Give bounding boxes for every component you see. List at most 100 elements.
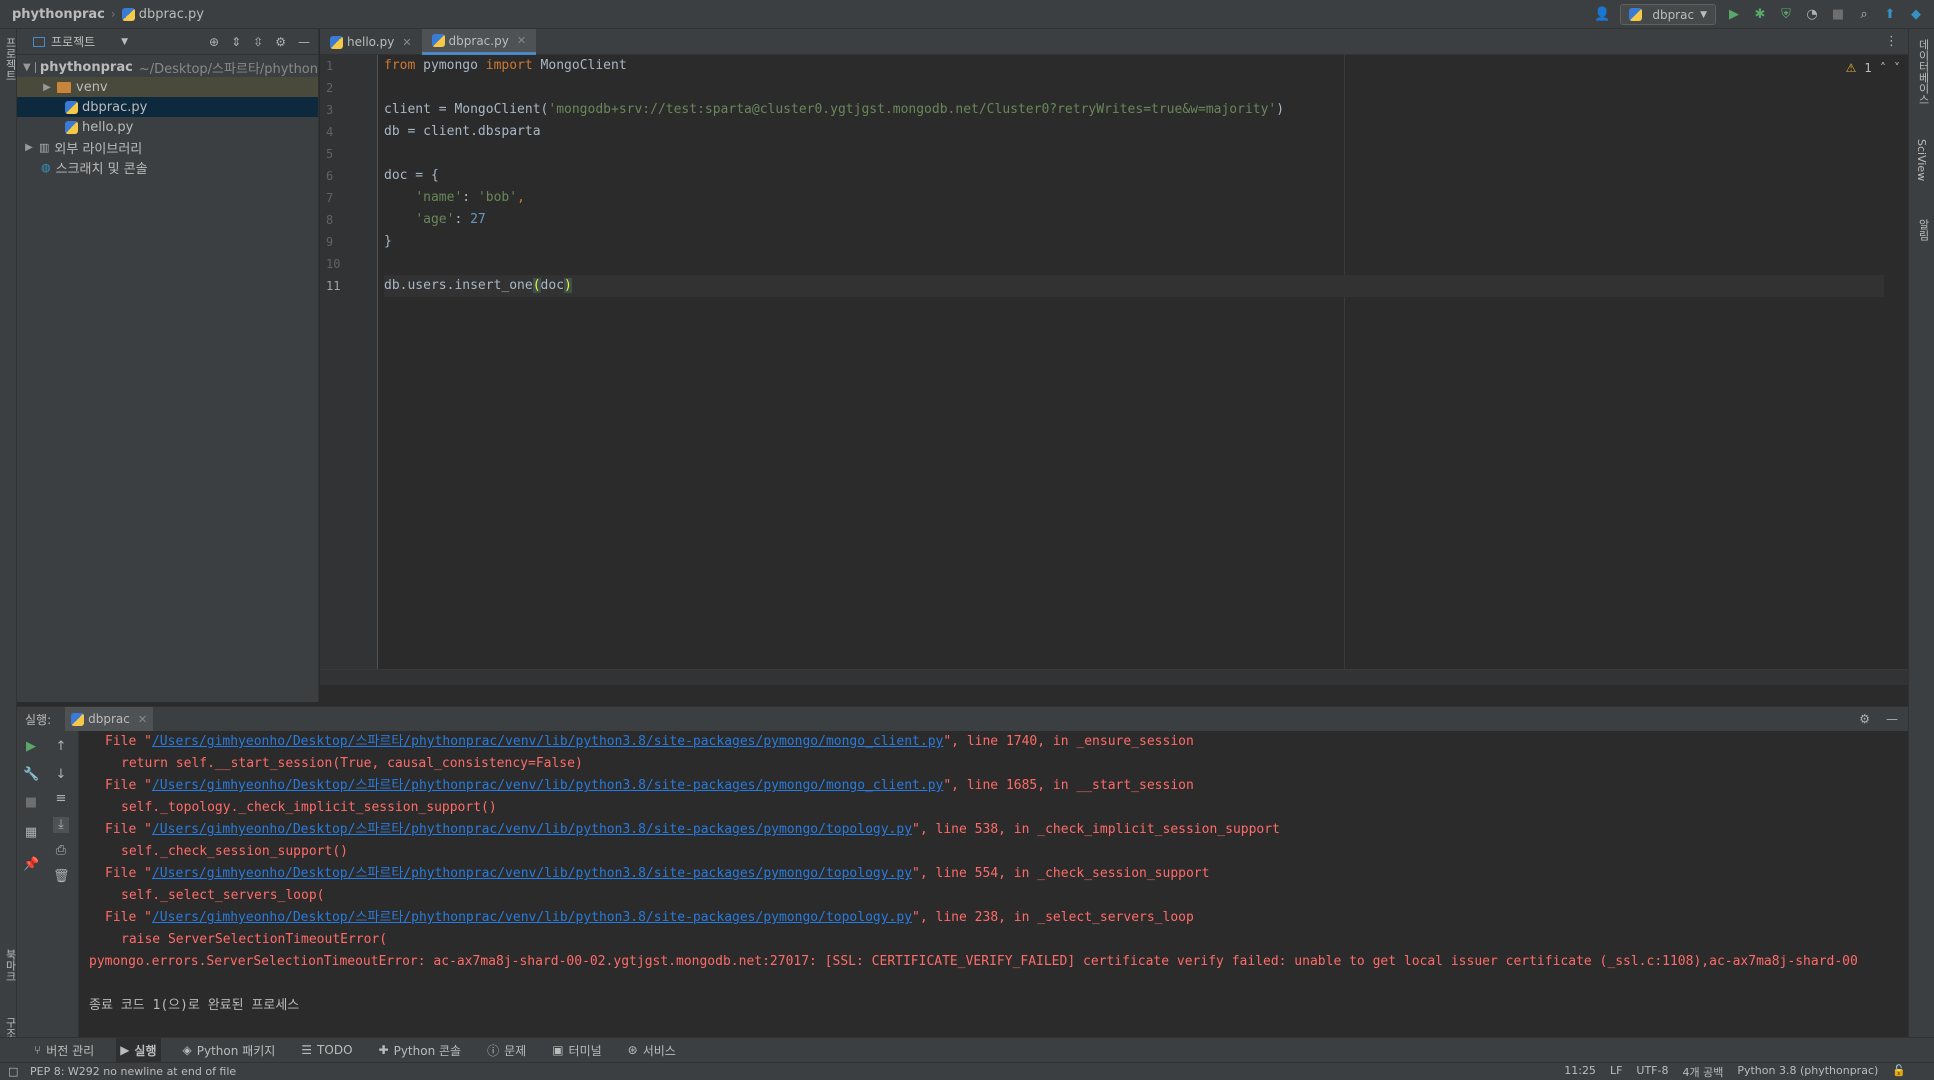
run-toolbar: ▶ ↑ 🔧 ↓ ■ ≡ ⤓ ▦ ⎙ 📌 🗑	[17, 731, 79, 1038]
line-number: 5	[326, 147, 334, 161]
breadcrumb-project[interactable]: phythonprac	[12, 7, 105, 22]
warning-icon: ⚠	[1845, 61, 1857, 75]
console-exit-line: 종료 코드 1(으)로 완료된 프로세스	[89, 998, 300, 1013]
lock-icon[interactable]: 🔓	[1892, 1064, 1906, 1080]
gear-icon[interactable]: ⚙	[1859, 712, 1870, 726]
arrow-down-icon[interactable]: ↓	[53, 767, 69, 783]
stop-icon[interactable]: ■	[1830, 7, 1846, 23]
run-icon[interactable]: ▶	[1726, 7, 1742, 23]
account-icon[interactable]: 👤	[1594, 7, 1610, 23]
console-text: File "	[105, 778, 152, 793]
chevron-right-icon[interactable]: ▶	[41, 82, 53, 93]
minimize-icon[interactable]: —	[1886, 712, 1898, 726]
profile-icon[interactable]: ◔	[1804, 7, 1820, 23]
indent-setting[interactable]: 4개 공백	[1682, 1064, 1723, 1080]
breadcrumb-file[interactable]: dbprac.py	[121, 7, 204, 22]
tab-menu-icon[interactable]: ⋮	[1885, 34, 1898, 49]
caret-position[interactable]: 11:25	[1564, 1064, 1596, 1080]
line-number: 3	[326, 103, 334, 117]
code-token: :	[462, 190, 478, 205]
tree-item-external-libraries[interactable]: ▶ ▥ 외부 라이브러리	[17, 137, 318, 157]
close-icon[interactable]: ✕	[402, 36, 411, 49]
debug-icon[interactable]: ✱	[1752, 7, 1768, 23]
file-link[interactable]: /Users/gimhyeonho/Desktop/스파르타/phythonpr…	[152, 910, 912, 925]
stop-icon[interactable]: ■	[23, 795, 39, 811]
soft-wrap-icon[interactable]: ≡	[53, 791, 69, 807]
tab-dbprac[interactable]: dbprac.py ✕	[421, 29, 537, 55]
chevron-right-icon[interactable]: ▶	[23, 142, 35, 153]
collapse-all-icon[interactable]: ⇳	[253, 35, 263, 49]
code-editor[interactable]: 1 2 3 4 5 6 7 8 9 10 11 from pymongo imp…	[320, 55, 1908, 685]
console-text: ", line 238, in _select_servers_loop	[912, 910, 1194, 925]
console-output[interactable]: File "/Users/gimhyeonho/Desktop/스파르타/phy…	[89, 731, 1909, 1038]
tool-version-control[interactable]: ⑂ 버전 관리	[30, 1038, 98, 1063]
tool-python-console[interactable]: ✚ Python 콘솔	[375, 1038, 466, 1063]
tree-root[interactable]: ▼ phythonprac ~/Desktop/스파르타/phython	[17, 57, 318, 77]
tree-item-scratches[interactable]: ◍ 스크래치 및 콘솔	[17, 157, 318, 177]
tool-problems[interactable]: ⓘ 문제	[483, 1038, 530, 1063]
file-link[interactable]: /Users/gimhyeonho/Desktop/스파르타/phythonpr…	[152, 866, 912, 881]
tool-python-packages[interactable]: ◈ Python 패키지	[179, 1038, 280, 1063]
status-panel-toggle-icon[interactable]: □	[8, 1065, 18, 1078]
chevron-down-icon[interactable]: ˅	[1894, 61, 1900, 75]
expand-all-icon[interactable]: ⇕	[231, 35, 241, 49]
line-number: 2	[326, 81, 334, 95]
console-text: File "	[105, 910, 152, 925]
scratch-icon: ◍	[41, 160, 51, 174]
chevron-down-icon[interactable]: ▼	[23, 62, 31, 73]
pin-icon[interactable]: 📌	[23, 857, 39, 873]
tree-item-label: venv	[76, 79, 108, 95]
bookmarks-tool-button[interactable]: 북마크	[2, 949, 18, 982]
sciview-tool-button[interactable]: SciView	[1915, 139, 1928, 181]
horizontal-scrollbar[interactable]	[320, 669, 1908, 685]
inspection-widget[interactable]: ⚠ 1 ˄ ˅	[1846, 61, 1900, 75]
wrench-icon[interactable]: 🔧	[23, 767, 39, 783]
code-line: doc = {	[384, 168, 439, 183]
tree-item-venv[interactable]: ▶ venv	[17, 77, 318, 97]
update-icon[interactable]: ⬆	[1882, 7, 1898, 23]
scroll-to-end-icon[interactable]: ⤓	[53, 817, 69, 833]
tree-item-hello[interactable]: hello.py	[17, 117, 318, 137]
locate-icon[interactable]: ⊕	[209, 35, 219, 49]
trash-icon[interactable]: 🗑	[53, 869, 70, 885]
console-line: self._topology._check_implicit_session_s…	[121, 800, 497, 815]
tool-terminal[interactable]: ▣ 터미널	[548, 1038, 605, 1063]
project-view-select[interactable]: 프로젝트	[51, 33, 95, 50]
layout-icon[interactable]: ▦	[23, 825, 39, 841]
coverage-icon[interactable]: ⛨	[1778, 7, 1794, 23]
rerun-icon[interactable]: ▶	[23, 739, 39, 755]
notifications-tool-button[interactable]: 알림	[1915, 219, 1931, 241]
tool-todo[interactable]: ☰ TODO	[297, 1038, 356, 1063]
run-tab-dbprac[interactable]: dbprac ✕	[65, 707, 154, 731]
arrow-up-icon[interactable]: ↑	[53, 739, 69, 755]
tool-services[interactable]: ⊛ 서비스	[624, 1038, 680, 1063]
status-message: PEP 8: W292 no newline at end of file	[30, 1065, 237, 1078]
close-icon[interactable]: ✕	[517, 34, 526, 47]
search-icon[interactable]: ⌕	[1856, 7, 1872, 23]
file-link[interactable]: /Users/gimhyeonho/Desktop/스파르타/phythonpr…	[152, 822, 912, 837]
run-tab-label: dbprac	[88, 712, 130, 726]
console-line: File "/Users/gimhyeonho/Desktop/스파르타/phy…	[89, 775, 1909, 797]
line-separator[interactable]: LF	[1610, 1064, 1622, 1080]
tab-hello[interactable]: hello.py ✕	[320, 29, 422, 55]
gear-icon[interactable]: ⚙	[275, 35, 286, 49]
ide-features-icon[interactable]: ◆	[1908, 7, 1924, 23]
minimize-icon[interactable]: —	[298, 35, 310, 49]
python-interpreter[interactable]: Python 3.8 (phythonprac)	[1737, 1064, 1878, 1080]
file-link[interactable]: /Users/gimhyeonho/Desktop/스파르타/phythonpr…	[152, 778, 943, 793]
chevron-up-icon[interactable]: ˄	[1880, 61, 1886, 75]
project-tool-button[interactable]: 프로젝트	[2, 37, 18, 81]
code-token: ,	[517, 190, 525, 205]
database-tool-button[interactable]: 데이터베이스	[1915, 39, 1931, 105]
structure-tool-button[interactable]: 구조	[2, 1017, 18, 1039]
chevron-down-icon[interactable]: ▼	[121, 37, 128, 47]
close-icon[interactable]: ✕	[138, 713, 147, 726]
file-link[interactable]: /Users/gimhyeonho/Desktop/스파르타/phythonpr…	[152, 734, 943, 749]
run-config-select[interactable]: dbprac ▼	[1620, 4, 1716, 25]
file-encoding[interactable]: UTF-8	[1636, 1064, 1668, 1080]
print-icon[interactable]: ⎙	[53, 843, 69, 859]
tree-item-dbprac[interactable]: dbprac.py	[17, 97, 318, 117]
tool-run[interactable]: ▶ 실행	[116, 1037, 161, 1063]
